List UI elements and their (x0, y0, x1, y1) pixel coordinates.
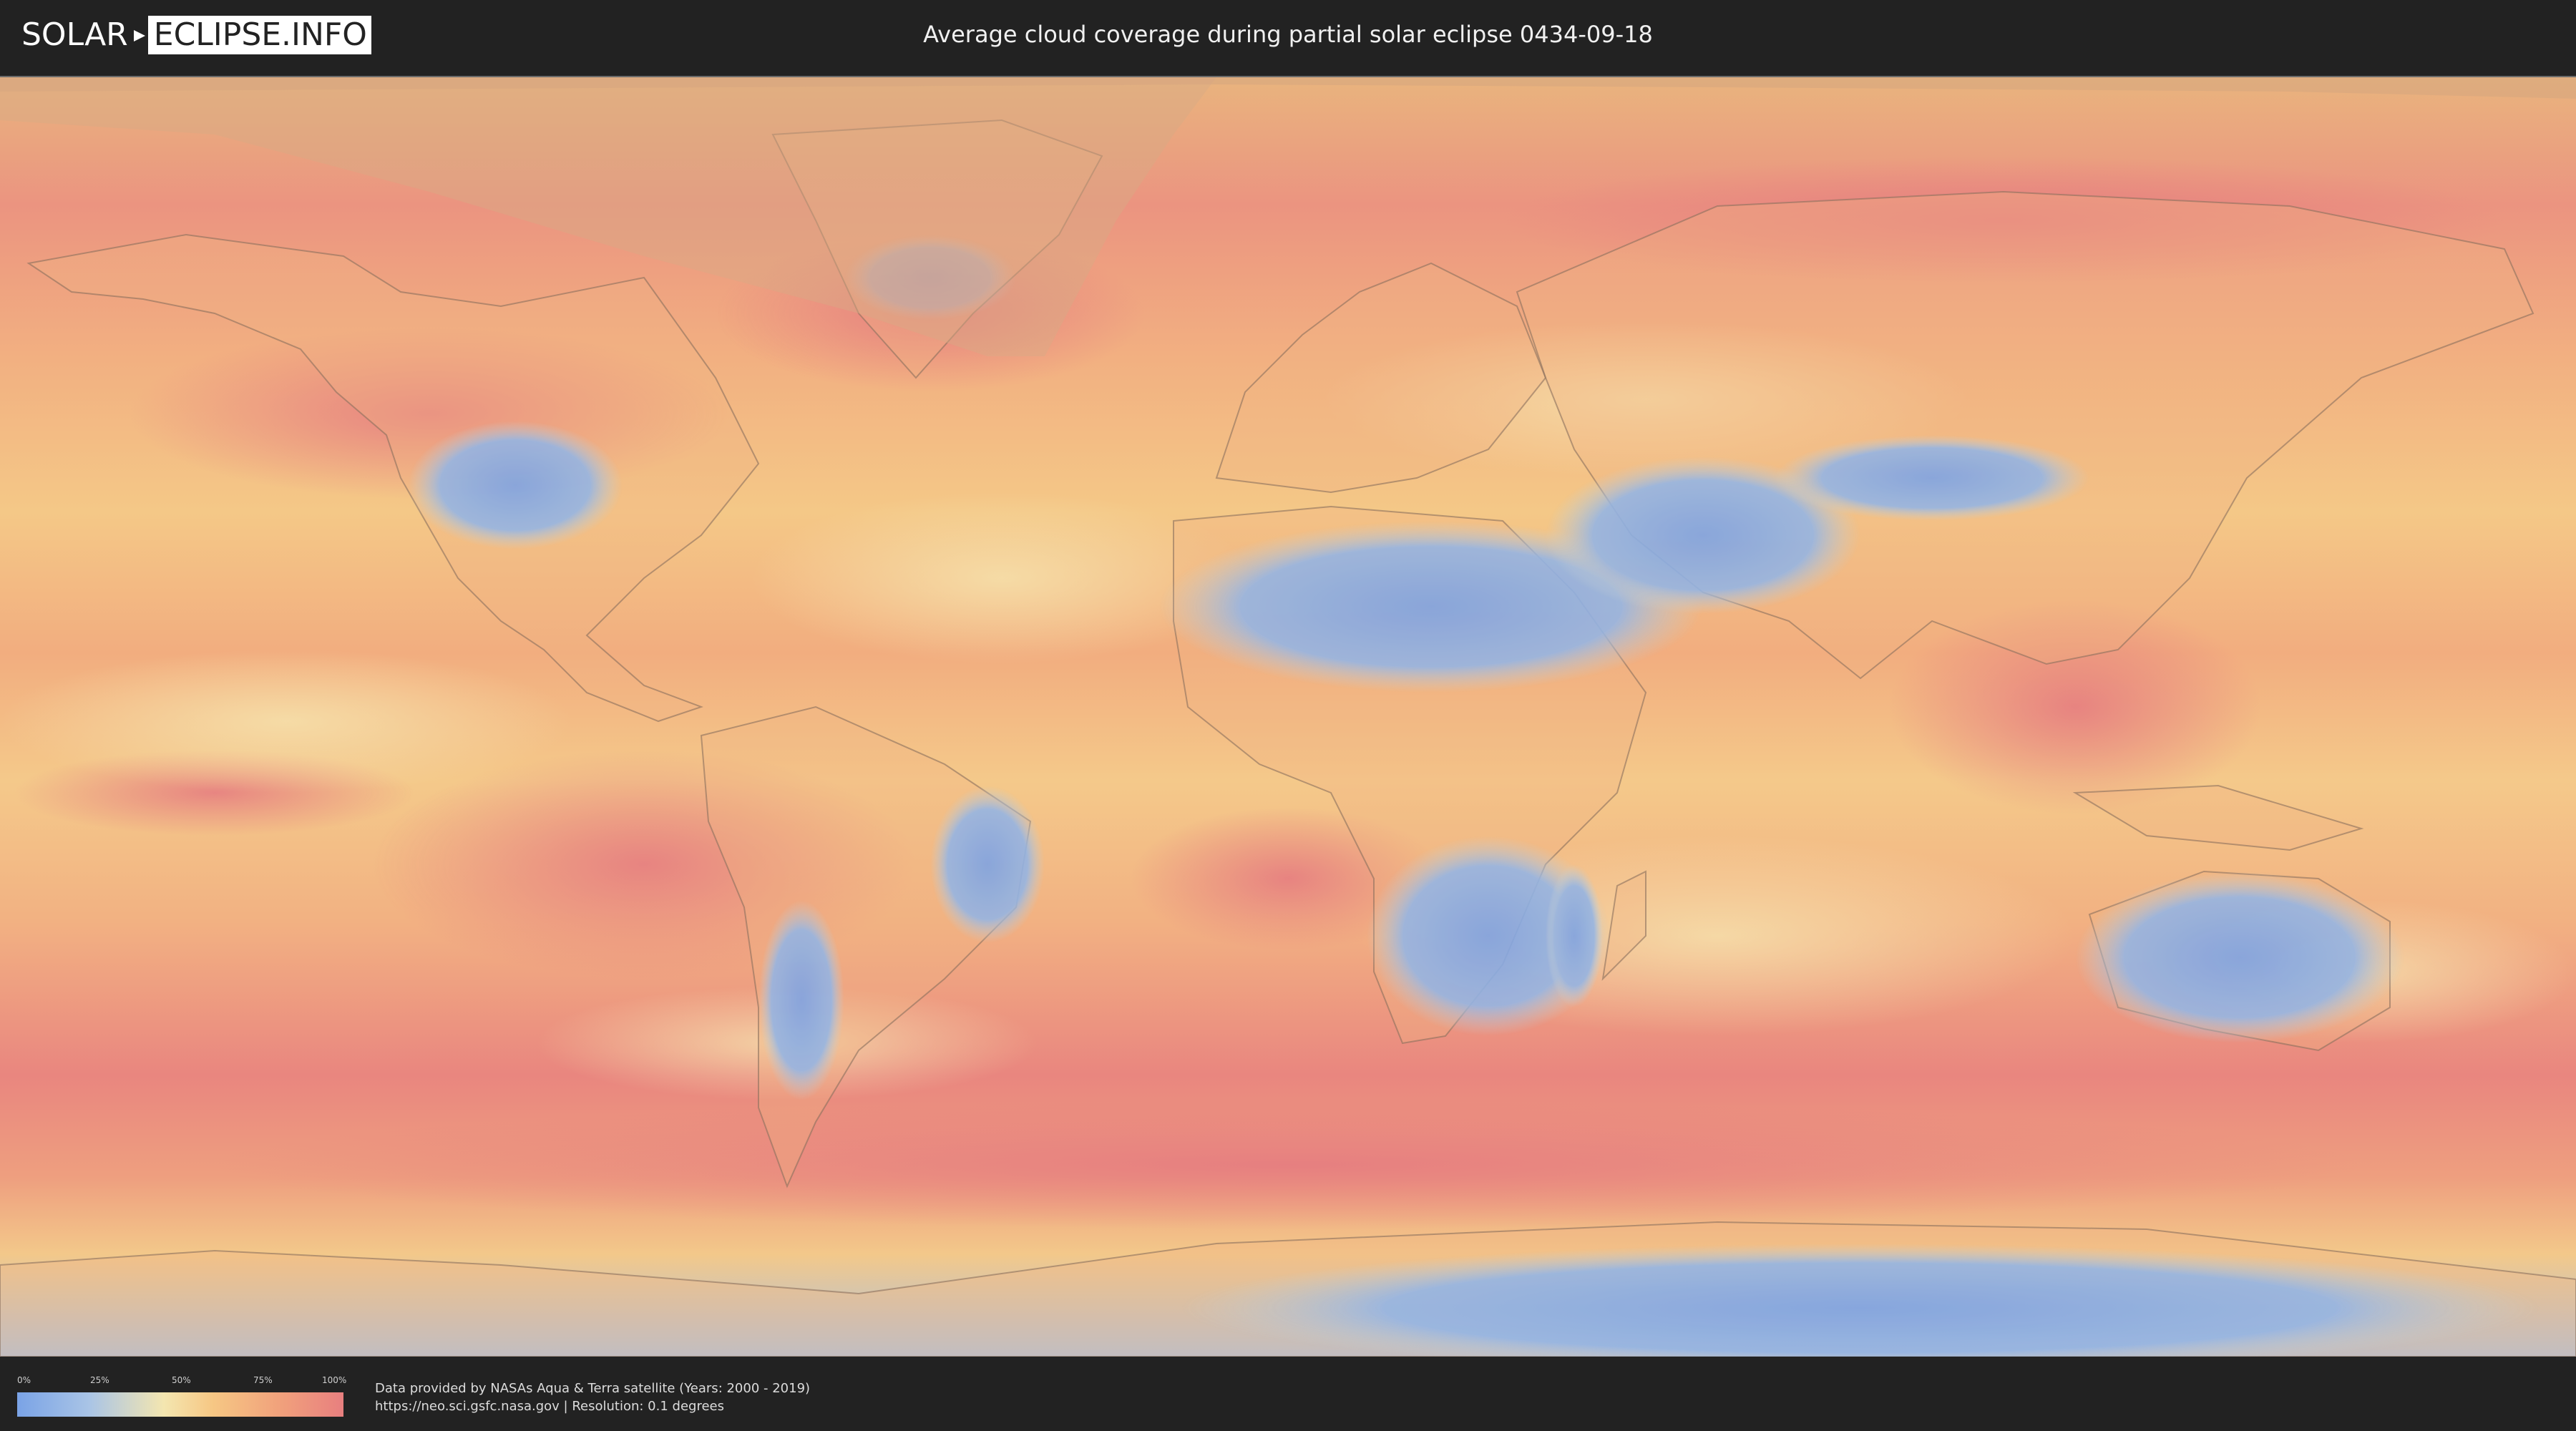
legend-tick-labels: 0% 25% 50% 75% 100% (17, 1375, 347, 1388)
legend-tick-0: 0% (17, 1375, 31, 1385)
legend-tick-25: 25% (90, 1375, 109, 1385)
cloud-coverage-legend: 0% 25% 50% 75% 100% (17, 1375, 347, 1417)
cloud-coverage-map[interactable] (0, 76, 2576, 1358)
credits-line-resolution[interactable]: https://neo.sci.gsfc.nasa.gov | Resoluti… (375, 1397, 810, 1415)
page-title: Average cloud coverage during partial so… (923, 21, 1653, 48)
credits-line-source: Data provided by NASAs Aqua & Terra sate… (375, 1381, 811, 1396)
legend-tick-75: 75% (253, 1375, 273, 1385)
header-bar: SOLAR ECLIPSE.INFO Average cloud coverag… (0, 0, 2576, 72)
legend-tick-50: 50% (172, 1375, 191, 1385)
legend-color-bar (17, 1392, 343, 1417)
legend-tick-100: 100% (322, 1375, 347, 1385)
world-map-svg (0, 77, 2576, 1357)
data-credits: Data provided by NASAs Aqua & Terra sate… (375, 1379, 810, 1415)
